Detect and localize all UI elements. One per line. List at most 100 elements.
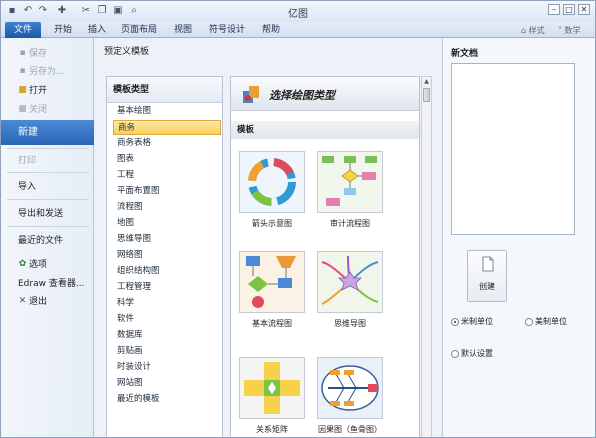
templates-section-label: 模板 — [231, 121, 419, 139]
category-item[interactable]: 流程图 — [113, 200, 221, 215]
nav-export-send[interactable]: 导出和发送 — [1, 204, 94, 224]
blank-document-icon — [482, 256, 494, 272]
folder-icon: ■ — [18, 85, 27, 95]
template-label: 基本流程图 — [252, 319, 292, 328]
maximize-button[interactable]: □ — [563, 4, 575, 15]
nav-import[interactable]: 导入 — [1, 177, 94, 197]
nav-exit[interactable]: ✕ 退出 — [1, 293, 94, 311]
category-item[interactable]: 地图 — [113, 216, 221, 231]
style-dropdown[interactable]: ⌂ 样式 — [521, 25, 545, 36]
category-item[interactable]: 组织结构图 — [113, 264, 221, 279]
category-item[interactable]: 工程管理 — [113, 280, 221, 295]
audit-flowchart-icon — [318, 152, 382, 212]
exit-icon: ✕ — [18, 296, 27, 306]
create-label: 创建 — [479, 282, 495, 291]
create-button[interactable]: 创建 — [467, 250, 507, 302]
divider — [7, 226, 89, 227]
tab-home[interactable]: 开始 — [49, 22, 77, 38]
save-as-icon: ▪ — [19, 66, 26, 76]
category-item[interactable]: 科学 — [113, 296, 221, 311]
minimize-button[interactable]: – — [548, 4, 560, 15]
tab-file[interactable]: 文件 — [5, 22, 41, 38]
template-label: 审计流程图 — [330, 219, 370, 228]
template-gallery: 选择绘图类型 模板 箭头示意图 审计流程图 基本流程图 思维导图 关系矩阵 因果… — [230, 76, 420, 437]
ribbon-tabs: 文件 开始 插入 页面布局 视图 符号设计 帮助 ⌂ 样式 ˅ 数学 — [1, 22, 595, 38]
save-icon: ▪ — [19, 48, 26, 58]
nav-options[interactable]: ✿ 选项 — [1, 256, 94, 274]
scroll-thumb[interactable] — [423, 88, 430, 102]
category-item[interactable]: 时装设计 — [113, 360, 221, 375]
theme-dropdown[interactable]: ˅ 数学 — [558, 25, 581, 36]
arrow-cycle-icon — [240, 152, 304, 212]
options-icon: ✿ — [18, 259, 27, 269]
category-item[interactable]: 思维导图 — [113, 232, 221, 247]
nav-save-as[interactable]: ▪ 另存为... — [1, 63, 94, 81]
nav-options-label: 选项 — [29, 260, 48, 270]
app-window: ▪ ↶ ↷ ✚ ✂ ❐ ▣ ⌕ 亿图 – □ ✕ 文件 开始 插入 页面布局 视… — [0, 0, 596, 438]
close-button[interactable]: ✕ — [578, 4, 590, 15]
new-document-label: 新文档 — [451, 49, 479, 59]
category-item[interactable]: 商务表格 — [113, 136, 221, 151]
category-item-selected[interactable]: 商务 — [113, 120, 221, 135]
tab-symbol-design[interactable]: 符号设计 — [205, 22, 249, 38]
app-title: 亿图 — [288, 9, 308, 20]
category-item[interactable]: 图表 — [113, 152, 221, 167]
relation-matrix-icon — [240, 358, 304, 418]
category-item[interactable]: 数据库 — [113, 328, 221, 343]
category-item[interactable]: 软件 — [113, 312, 221, 327]
nav-viewer[interactable]: Edraw 查看器... — [1, 275, 94, 293]
category-item[interactable]: 工程 — [113, 168, 221, 183]
template-relation-matrix[interactable] — [239, 357, 305, 419]
banner-title: 选择绘图类型 — [269, 89, 335, 102]
template-mind-map[interactable] — [317, 251, 383, 313]
category-item[interactable]: 网站图 — [113, 376, 221, 391]
template-audit-flowchart[interactable] — [317, 151, 383, 213]
unit-metric-label: 米制单位 — [461, 317, 493, 326]
mind-map-icon — [318, 252, 382, 312]
scroll-up-icon[interactable]: ▲ — [422, 77, 431, 87]
template-basic-flowchart[interactable] — [239, 251, 305, 313]
nav-recent-files[interactable]: 最近的文件 — [1, 231, 94, 251]
template-label: 因果图（鱼骨图） — [318, 425, 382, 434]
gallery-banner: 选择绘图类型 — [231, 77, 419, 111]
tab-view[interactable]: 视图 — [169, 22, 197, 38]
nav-new[interactable]: 新建 — [1, 120, 94, 145]
default-settings-label: 默认设置 — [461, 349, 493, 358]
category-item[interactable]: 平面布置图 — [113, 184, 221, 199]
new-document-panel: 新文档 创建 米制单位 美制单位 默认设置 — [442, 38, 595, 437]
radio-dot — [451, 318, 459, 326]
category-item[interactable]: 剪贴画 — [113, 344, 221, 359]
tab-help[interactable]: 帮助 — [257, 22, 285, 38]
template-label: 思维导图 — [334, 319, 366, 328]
nav-save-label: 保存 — [29, 49, 48, 59]
radio-dot — [525, 318, 533, 326]
template-fishbone[interactable] — [317, 357, 383, 419]
template-label: 箭头示意图 — [252, 219, 292, 228]
category-item[interactable]: 最近的模板 — [113, 392, 221, 407]
category-item[interactable]: 基本绘图 — [113, 104, 221, 119]
nav-open[interactable]: ■ 打开 — [1, 82, 94, 100]
basic-flowchart-icon — [240, 252, 304, 312]
gallery-scrollbar[interactable]: ▲ — [421, 76, 432, 437]
nav-close-label: 关闭 — [29, 105, 48, 115]
nav-save-as-label: 另存为... — [29, 67, 65, 77]
template-arrow-diagram[interactable] — [239, 151, 305, 213]
tab-page-layout[interactable]: 页面布局 — [117, 22, 161, 38]
nav-exit-label: 退出 — [29, 297, 48, 307]
predefined-templates-title: 预定义模板 — [104, 47, 150, 57]
nav-save[interactable]: ▪ 保存 — [1, 45, 94, 63]
category-panel: 模板类型 基本绘图 商务 商务表格 图表 工程 平面布置图 流程图 地图 思维导… — [106, 76, 223, 437]
template-label: 关系矩阵 — [256, 425, 288, 434]
fishbone-icon — [318, 358, 382, 418]
nav-print[interactable]: 打印 — [1, 151, 94, 171]
category-header: 模板类型 — [107, 77, 222, 103]
nav-close[interactable]: ■ 关闭 — [1, 101, 94, 119]
close-doc-icon: ■ — [18, 104, 27, 114]
template-preview — [451, 63, 575, 235]
file-menu-nav: ▪ 保存 ▪ 另存为... ■ 打开 ■ 关闭 新建 打印 导入 导出和发送 最近的文件… — [1, 38, 94, 437]
divider — [7, 172, 89, 173]
category-item[interactable]: 网络图 — [113, 248, 221, 263]
style-label: 样式 — [528, 26, 545, 35]
theme-label: 数学 — [564, 26, 581, 35]
tab-insert[interactable]: 插入 — [83, 22, 111, 38]
